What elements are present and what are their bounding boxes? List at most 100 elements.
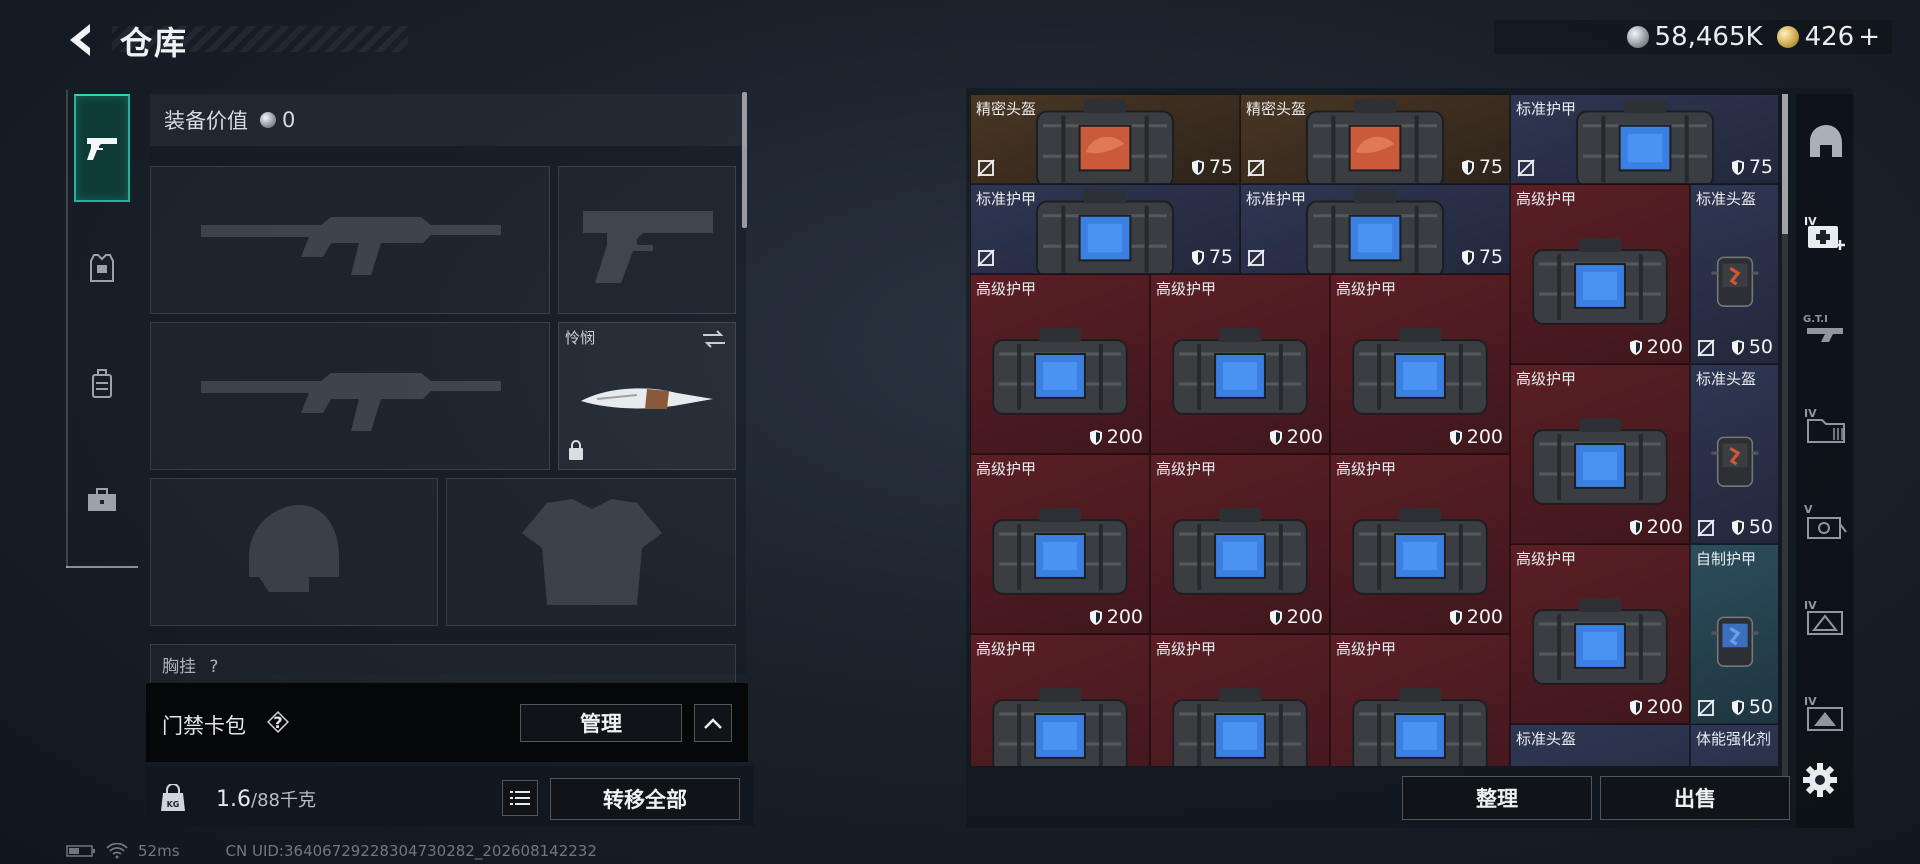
- side-filter-gti[interactable]: G.T.I: [1802, 306, 1850, 354]
- durability-shield-icon: [1089, 609, 1102, 625]
- armor-bag-item-icon: [1532, 418, 1668, 505]
- no-repair-icon: [977, 249, 995, 267]
- durability-shield-icon: [1449, 609, 1462, 625]
- sidearm-slot[interactable]: [558, 166, 736, 314]
- primary-weapon-slot-1[interactable]: [150, 166, 550, 314]
- durability-shield-icon: [1191, 249, 1204, 265]
- armor-bag-item-icon: [1172, 688, 1308, 766]
- manage-button[interactable]: 管理: [520, 704, 682, 742]
- vest-case-item-icon: [1305, 188, 1445, 273]
- side-filter-triangle-2[interactable]: IV: [1802, 690, 1850, 738]
- durability-value: 75: [1478, 246, 1503, 268]
- durability-shield-icon: [1269, 429, 1282, 445]
- stash-item[interactable]: 标准护甲 75: [1510, 94, 1778, 184]
- stash-item[interactable]: 精密头盔 75: [970, 94, 1240, 184]
- stash-item[interactable]: 高级护甲 200: [1150, 274, 1330, 454]
- tidy-button[interactable]: 整理: [1402, 776, 1592, 820]
- stash-item[interactable]: 高级护甲: [970, 634, 1150, 766]
- durability-value: 50: [1748, 696, 1773, 718]
- durability-shield-icon: [1731, 339, 1744, 355]
- stash-item[interactable]: 高级护甲 200: [1510, 544, 1690, 724]
- toolbox-icon: [88, 488, 116, 511]
- stash-item-name: 高级护甲: [1336, 640, 1397, 658]
- rifle-silhouette-icon: [201, 217, 501, 275]
- stash-item-name: 标准护甲: [976, 190, 1037, 208]
- stash-item-durability: 200: [1449, 426, 1503, 448]
- stash-item[interactable]: 标准头盔 50: [1690, 184, 1778, 364]
- helmet-slot[interactable]: [150, 478, 438, 626]
- equipment-value-label: 装备价值: [164, 109, 248, 133]
- side-filter-folder[interactable]: IV: [1802, 402, 1850, 450]
- stash-item[interactable]: 高级护甲 200: [1510, 184, 1690, 364]
- side-filter-camera[interactable]: V: [1802, 498, 1850, 546]
- category-tab-armor[interactable]: [74, 214, 130, 322]
- back-button[interactable]: [62, 18, 102, 62]
- melee-slot-name: 怜悯: [565, 329, 596, 347]
- stash-item-durability: 200: [1269, 606, 1323, 628]
- sell-button[interactable]: 出售: [1600, 776, 1790, 820]
- stash-item-name: 高级护甲: [1516, 190, 1577, 208]
- category-tab-weapons[interactable]: [74, 94, 130, 202]
- stash-scrollbar[interactable]: [1782, 94, 1788, 814]
- no-repair-icon: [1697, 339, 1715, 357]
- svg-text:IV: IV: [1804, 599, 1817, 612]
- backpack-icon: [92, 369, 112, 398]
- body-armor-slot[interactable]: [446, 478, 736, 626]
- gold-currency[interactable]: 426 +: [1776, 22, 1880, 52]
- stash-item[interactable]: 体能强化剂: [1690, 724, 1778, 766]
- stash-item-name: 高级护甲: [1516, 550, 1577, 568]
- chest-rig-label: 胸挂: [162, 657, 196, 677]
- stash-item[interactable]: 高级护甲: [1330, 634, 1510, 766]
- stash-item[interactable]: 高级护甲 200: [970, 454, 1150, 634]
- category-tab-tools[interactable]: [74, 446, 130, 554]
- category-rail: [66, 90, 138, 568]
- list-view-button[interactable]: [502, 780, 538, 816]
- stash-item[interactable]: 高级护甲 200: [1510, 364, 1690, 544]
- stash-item-name: 自制护甲: [1696, 550, 1757, 568]
- durability-value: 200: [1466, 606, 1503, 628]
- stash-item-durability: 75: [1191, 156, 1233, 178]
- side-filter-triangle[interactable]: IV: [1802, 594, 1850, 642]
- no-repair-icon: [1517, 159, 1535, 177]
- stash-item[interactable]: 标准护甲 75: [970, 184, 1240, 274]
- category-tab-backpack[interactable]: [74, 330, 130, 438]
- stash-item-durability: 200: [1629, 336, 1683, 358]
- stash-item-durability: 75: [1461, 246, 1503, 268]
- stash-item-durability: 200: [1089, 606, 1143, 628]
- transfer-all-button[interactable]: 转移全部: [550, 778, 740, 820]
- settings-gear-icon: [1803, 763, 1837, 797]
- melee-slot[interactable]: 怜悯: [558, 322, 736, 470]
- expand-button[interactable]: [694, 704, 732, 742]
- equipment-scrollbar[interactable]: [742, 92, 747, 228]
- chest-rig-help: ?: [209, 657, 219, 677]
- armor-silhouette-icon: [522, 499, 662, 605]
- stash-item[interactable]: 标准头盔: [1510, 724, 1690, 766]
- help-icon[interactable]: ?: [264, 708, 292, 736]
- chest-rig-slot[interactable]: [150, 644, 736, 684]
- stash-item[interactable]: 高级护甲: [1150, 634, 1330, 766]
- stash-item[interactable]: 高级护甲 200: [1330, 274, 1510, 454]
- stash-item-name: 高级护甲: [1156, 460, 1217, 478]
- stash-item[interactable]: 精密头盔 75: [1240, 94, 1510, 184]
- silver-amount: 58,465K: [1654, 22, 1763, 52]
- stash-item-name: 标准头盔: [1516, 730, 1577, 748]
- swap-icon[interactable]: [701, 329, 727, 349]
- helmet-silhouette-icon: [249, 505, 339, 592]
- side-filter-medkit[interactable]: IV: [1802, 210, 1850, 258]
- stash-item[interactable]: 自制护甲 50: [1690, 544, 1778, 724]
- stash-item[interactable]: 高级护甲 200: [1330, 454, 1510, 634]
- primary-weapon-slot-2[interactable]: [150, 322, 550, 470]
- stash-item[interactable]: 标准头盔 50: [1690, 364, 1778, 544]
- side-filter-helmet[interactable]: [1802, 118, 1850, 166]
- stash-item[interactable]: 高级护甲 200: [1150, 454, 1330, 634]
- stash-item-name: 高级护甲: [976, 640, 1037, 658]
- stash-item[interactable]: 标准护甲 75: [1240, 184, 1510, 274]
- stash-item-durability: 200: [1269, 426, 1323, 448]
- stash-item[interactable]: 高级护甲 200: [970, 274, 1150, 454]
- gold-plus-button[interactable]: +: [1858, 22, 1880, 52]
- settings-gear-button[interactable]: [1800, 760, 1840, 800]
- triangle-tier-icon: IV: [1804, 599, 1843, 635]
- no-repair-icon: [1247, 159, 1265, 177]
- durability-shield-icon: [1731, 159, 1744, 175]
- battery-icon: [66, 845, 95, 857]
